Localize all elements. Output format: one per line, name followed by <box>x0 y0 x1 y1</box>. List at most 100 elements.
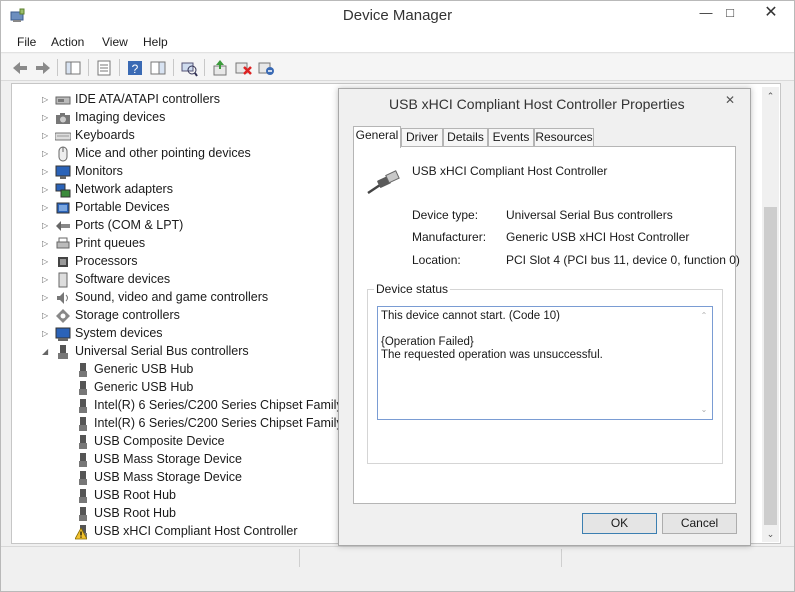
tree-category-row[interactable]: ▷ Keyboards <box>12 127 352 145</box>
monitor-icon <box>55 165 71 179</box>
tree-device-row[interactable]: USB xHCI Compliant Host Controller <box>12 523 352 541</box>
tab-resources[interactable]: Resources <box>534 128 594 147</box>
dialog-title-bar[interactable]: USB xHCI Compliant Host Controller Prope… <box>339 89 750 117</box>
properties-icon[interactable] <box>94 58 114 78</box>
expand-arrow-icon[interactable]: ▷ <box>42 257 51 266</box>
expand-arrow-icon[interactable]: ▷ <box>42 185 51 194</box>
uninstall-icon[interactable] <box>233 58 253 78</box>
tab-events[interactable]: Events <box>488 128 534 147</box>
tree-category-row[interactable]: ▷ Portable Devices <box>12 199 352 217</box>
expand-arrow-icon[interactable]: ▷ <box>42 203 51 212</box>
usb-device-icon <box>79 381 87 395</box>
portable-device-icon <box>56 202 70 214</box>
tree-category-row[interactable]: ▷ Storage controllers <box>12 307 352 325</box>
collapse-arrow-icon[interactable]: ◢ <box>42 347 51 356</box>
expand-arrow-icon[interactable]: ▷ <box>42 293 51 302</box>
tree-category-row[interactable]: ▷ Network adapters <box>12 181 352 199</box>
tree-category-label: Ports (COM & LPT) <box>75 218 184 232</box>
close-button[interactable]: ✕ <box>749 1 793 25</box>
maximize-button[interactable]: □ <box>715 1 745 25</box>
window-title: Device Manager <box>342 7 453 24</box>
tree-device-row[interactable]: USB Mass Storage Device <box>12 469 352 487</box>
device-type-value: Universal Serial Bus controllers <box>506 208 673 222</box>
tree-category-row[interactable]: ◢ Universal Serial Bus controllers <box>12 343 352 361</box>
tree-category-row[interactable]: ▷ Mice and other pointing devices <box>12 145 352 163</box>
title-bar[interactable]: Device Manager — □ ✕ <box>1 1 794 31</box>
expand-arrow-icon[interactable]: ▷ <box>42 149 51 158</box>
tree-category-row[interactable]: ▷ Processors <box>12 253 352 271</box>
scroll-down-button[interactable]: ⌄ <box>762 527 779 541</box>
tree-device-row[interactable]: Intel(R) 6 Series/C200 Series Chipset Fa… <box>12 397 364 415</box>
general-tab-panel: USB xHCI Compliant Host Controller Devic… <box>353 146 740 504</box>
port-icon <box>56 221 70 231</box>
system-device-icon <box>55 327 71 341</box>
expand-arrow-icon[interactable]: ▷ <box>42 95 51 104</box>
tree-category-label: Keyboards <box>75 128 135 142</box>
tree-device-row[interactable]: Generic USB Hub <box>12 379 352 397</box>
tree-category-row[interactable]: ▷ IDE ATA/ATAPI controllers <box>12 91 352 109</box>
ide-controller-icon <box>55 96 71 105</box>
tree-category-label: Sound, video and game controllers <box>75 290 269 304</box>
tree-device-label: USB Root Hub <box>94 506 176 520</box>
menu-help[interactable]: Help <box>143 35 168 49</box>
expand-arrow-icon[interactable]: ▷ <box>42 239 51 248</box>
show-hide-tree-icon[interactable] <box>63 58 83 78</box>
tree-device-row[interactable]: Intel(R) 6 Series/C200 Series Chipset Fa… <box>12 415 364 433</box>
action-pane-icon[interactable] <box>148 58 168 78</box>
warning-icon <box>75 528 87 540</box>
tree-category-row[interactable]: ▷ Monitors <box>12 163 352 181</box>
forward-icon[interactable] <box>33 58 53 78</box>
tree-category-label: IDE ATA/ATAPI controllers <box>75 92 220 106</box>
device-status-textbox[interactable]: This device cannot start. (Code 10) {Ope… <box>377 306 713 420</box>
manufacturer-value: Generic USB xHCI Host Controller <box>506 230 690 244</box>
tree-device-row[interactable]: USB Root Hub <box>12 487 352 505</box>
cancel-button[interactable]: Cancel <box>662 513 737 534</box>
tree-device-row[interactable]: USB Root Hub <box>12 505 352 523</box>
tree-scrollbar[interactable]: ⌃ ⌄ <box>762 87 779 542</box>
disable-icon[interactable] <box>256 58 276 78</box>
tree-category-row[interactable]: ▷ System devices <box>12 325 352 343</box>
usb-device-icon <box>79 471 87 485</box>
scroll-up-button[interactable]: ⌃ <box>762 89 779 103</box>
expand-arrow-icon[interactable]: ▷ <box>42 275 51 284</box>
tree-device-label: USB Root Hub <box>94 488 176 502</box>
ok-button[interactable]: OK <box>582 513 657 534</box>
device-type-label: Device type: <box>412 208 479 222</box>
tree-device-row[interactable]: USB Composite Device <box>12 433 352 451</box>
help-icon[interactable]: ? <box>125 58 145 78</box>
menu-file[interactable]: File <box>17 35 36 49</box>
expand-arrow-icon[interactable]: ▷ <box>42 311 51 320</box>
menu-view[interactable]: View <box>102 35 128 49</box>
menu-action[interactable]: Action <box>51 35 84 49</box>
scrollbar-thumb[interactable] <box>764 207 777 525</box>
tree-category-row[interactable]: ▷ Sound, video and game controllers <box>12 289 352 307</box>
expand-arrow-icon[interactable]: ▷ <box>42 131 51 140</box>
tab-driver[interactable]: Driver <box>401 128 443 147</box>
status-scroll-up[interactable]: ⌃ <box>696 309 712 323</box>
device-status-label: Device status <box>374 282 451 296</box>
expand-arrow-icon[interactable]: ▷ <box>42 329 51 338</box>
status-scroll-down[interactable]: ⌄ <box>696 403 712 417</box>
tree-device-row[interactable]: USB Mass Storage Device <box>12 451 352 469</box>
tree-category-row[interactable]: ▷ Ports (COM & LPT) <box>12 217 352 235</box>
tree-category-row[interactable]: ▷ Imaging devices <box>12 109 352 127</box>
tree-category-row[interactable]: ▷ Print queues <box>12 235 352 253</box>
update-driver-icon[interactable] <box>210 58 230 78</box>
expand-arrow-icon[interactable]: ▷ <box>42 113 51 122</box>
scan-hardware-icon[interactable] <box>179 58 199 78</box>
usb-icon <box>58 345 68 359</box>
location-label: Location: <box>412 253 461 267</box>
tree-device-row[interactable]: Generic USB Hub <box>12 361 352 379</box>
status-line: {Operation Failed} <box>381 336 474 348</box>
speaker-icon <box>57 292 68 304</box>
tab-details[interactable]: Details <box>443 128 488 147</box>
expand-arrow-icon[interactable]: ▷ <box>42 167 51 176</box>
dialog-close-button[interactable]: ✕ <box>716 92 744 109</box>
usb-connector-icon <box>367 170 400 195</box>
expand-arrow-icon[interactable]: ▷ <box>42 221 51 230</box>
tree-category-row[interactable]: ▷ Software devices <box>12 271 352 289</box>
manufacturer-label: Manufacturer: <box>412 230 487 244</box>
status-scrollbar[interactable]: ⌃ ⌄ <box>696 307 712 419</box>
tab-general[interactable]: General <box>353 126 401 148</box>
back-icon[interactable] <box>10 58 30 78</box>
